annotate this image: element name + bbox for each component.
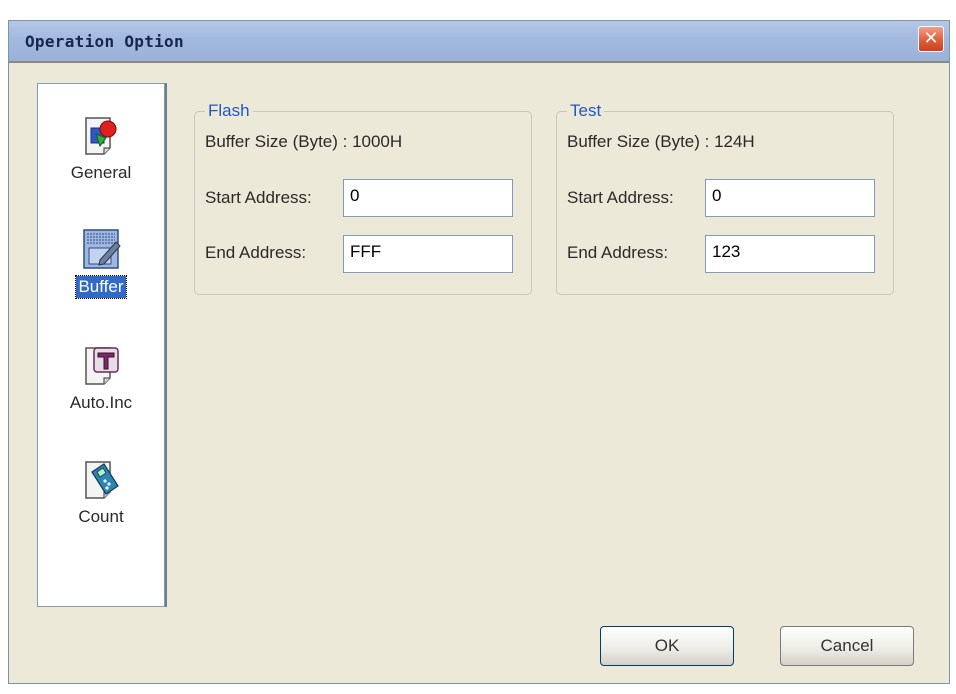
test-end-address-label: End Address: <box>567 243 669 262</box>
title-bar[interactable]: Operation Option ✕ <box>9 21 949 61</box>
test-start-address-input[interactable]: 0 <box>705 179 875 217</box>
general-icon <box>85 117 117 155</box>
count-icon <box>85 461 119 499</box>
test-groupbox: Test Buffer Size (Byte) : 124H Start Add… <box>556 101 894 295</box>
test-buffer-size: Buffer Size (Byte) : 124H <box>567 132 755 151</box>
close-icon: ✕ <box>923 28 939 49</box>
panel-divider <box>165 83 167 607</box>
test-start-address-label: Start Address: <box>567 188 674 207</box>
auto-inc-icon <box>85 347 119 385</box>
flash-buffer-size: Buffer Size (Byte) : 1000H <box>205 132 403 151</box>
flash-end-address-input[interactable]: FFF <box>343 235 513 273</box>
sidebar-item-general[interactable]: General <box>38 112 164 184</box>
test-legend: Test <box>567 101 605 121</box>
sidebar-item-count[interactable]: Count <box>38 456 164 528</box>
flash-start-address-input[interactable]: 0 <box>343 179 513 217</box>
flash-end-address-label: End Address: <box>205 243 307 262</box>
flash-groupbox: Flash Buffer Size (Byte) : 1000H Start A… <box>194 101 532 295</box>
test-end-address-input[interactable]: 123 <box>705 235 875 273</box>
sidebar-item-auto-inc[interactable]: Auto.Inc <box>38 342 164 414</box>
sidebar-item-label: Count <box>78 507 124 526</box>
sidebar-item-label: Auto.Inc <box>69 393 133 412</box>
flash-start-address-label: Start Address: <box>205 188 312 207</box>
title-divider <box>9 61 949 63</box>
cancel-button[interactable]: Cancel <box>780 626 914 666</box>
sidebar-item-label: General <box>70 163 132 182</box>
buffer-icon <box>83 229 121 269</box>
window-title: Operation Option <box>25 32 184 51</box>
sidebar-item-label: Buffer <box>75 275 127 299</box>
sidebar-item-buffer[interactable]: Buffer <box>38 226 164 299</box>
operation-option-dialog: Operation Option ✕ General Buffer Auto.I… <box>8 20 950 684</box>
option-sidebar: General Buffer Auto.Inc Count <box>37 83 165 607</box>
flash-legend: Flash <box>205 101 253 121</box>
ok-button[interactable]: OK <box>600 626 734 666</box>
close-button[interactable]: ✕ <box>918 26 944 52</box>
